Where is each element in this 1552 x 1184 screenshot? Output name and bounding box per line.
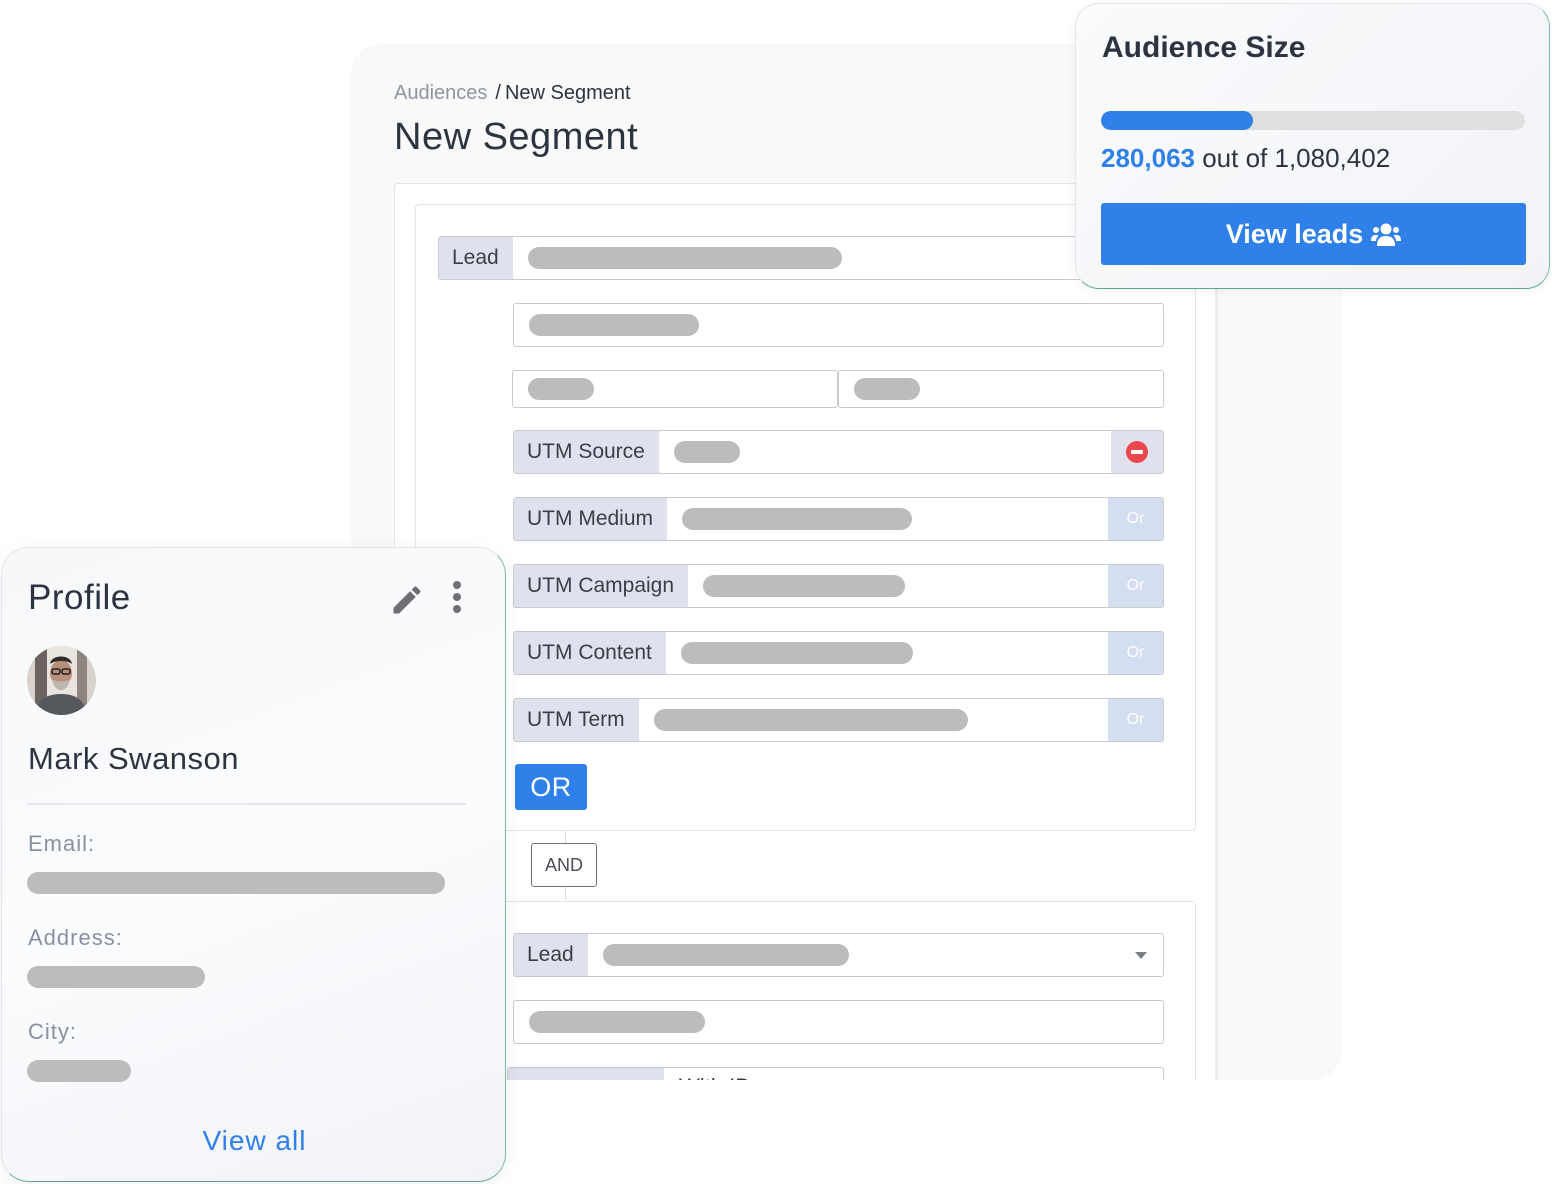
utm-medium-label: UTM Medium [514,498,668,540]
segment-rules-card: Lead UTM Source UTM Medium Or UTM Campai… [394,183,1216,1080]
profile-name: Mark Swanson [28,741,240,776]
or-add-button[interactable]: Or [1108,565,1163,607]
value-placeholder [602,944,849,966]
lead-field-select-2[interactable]: Lead [513,933,1164,977]
page-title: New Segment [394,116,639,158]
avatar-photo [27,646,96,715]
value-placeholder [528,378,594,400]
address-value-placeholder [27,966,205,988]
rule-group-2 [415,901,1196,1080]
condition-input[interactable] [513,303,1164,347]
city-value-placeholder [27,1060,131,1082]
utm-campaign-field[interactable]: UTM Campaign Or [513,564,1164,608]
audience-progress-fill [1101,111,1253,130]
and-button[interactable]: AND [531,843,597,887]
utm-term-field[interactable]: UTM Term Or [513,698,1164,742]
remove-circle-icon [1126,441,1148,463]
value-placeholder [653,709,968,731]
profile-divider [27,803,466,805]
condition-input-2[interactable] [513,1000,1164,1044]
partial-field-text: With ID [664,1068,751,1080]
breadcrumb: Audiences / New Segment [394,82,631,105]
panel-divider [1215,183,1218,1080]
partial-prefix [508,1068,664,1080]
city-label: City: [28,1019,77,1044]
value-placeholder [854,378,920,400]
profile-card: Profile Mark Swanson Email: Address: Cit… [1,547,506,1182]
view-leads-label: View leads [1225,218,1364,249]
email-label: Email: [28,831,96,856]
value-placeholder [527,247,842,269]
utm-source-label: UTM Source [514,431,659,473]
address-label: Address: [28,925,123,950]
audience-total-text: out of 1,080,402 [1202,143,1391,173]
value-placeholder [682,508,913,530]
value-placeholder [529,314,699,336]
value-placeholder [529,1011,705,1033]
audience-size-title: Audience Size [1102,31,1306,64]
value-placeholder [703,575,906,597]
utm-source-field[interactable]: UTM Source [513,430,1164,474]
or-button[interactable]: OR [515,764,587,810]
breadcrumb-separator: / [495,82,501,104]
audience-count-text: 280,063 out of 1,080,402 [1101,143,1390,174]
email-value-placeholder [27,872,445,894]
utm-content-field[interactable]: UTM Content Or [513,631,1164,675]
breadcrumb-audiences-link[interactable]: Audiences [394,82,487,104]
audience-progress-bar [1101,111,1525,130]
range-start-input[interactable] [512,370,838,408]
profile-title: Profile [28,578,131,617]
remove-filter-button[interactable] [1111,431,1163,473]
utm-content-label: UTM Content [514,632,666,674]
or-add-button[interactable]: Or [1108,699,1163,741]
partial-field[interactable]: With ID [507,1067,1164,1080]
range-end-input[interactable] [838,370,1164,408]
lead-prefix-label: Lead [439,237,513,279]
or-add-button[interactable]: Or [1108,498,1163,540]
avatar [27,646,96,715]
audience-count-value: 280,063 [1101,143,1195,173]
utm-campaign-label: UTM Campaign [514,565,689,607]
more-vertical-icon[interactable] [450,580,464,614]
chevron-down-icon [1135,952,1147,959]
view-leads-button[interactable]: View leads [1101,203,1526,265]
view-all-link[interactable]: View all [2,1125,507,1157]
pencil-icon[interactable] [389,582,425,618]
users-icon [1371,223,1402,246]
value-placeholder [673,441,740,463]
utm-term-label: UTM Term [514,699,639,741]
lead-prefix-label: Lead [514,934,588,976]
value-placeholder [680,642,913,664]
audience-size-card: Audience Size 280,063 out of 1,080,402 V… [1075,3,1550,289]
breadcrumb-current: New Segment [504,82,631,104]
or-add-button[interactable]: Or [1108,632,1163,674]
utm-medium-field[interactable]: UTM Medium Or [513,497,1164,541]
